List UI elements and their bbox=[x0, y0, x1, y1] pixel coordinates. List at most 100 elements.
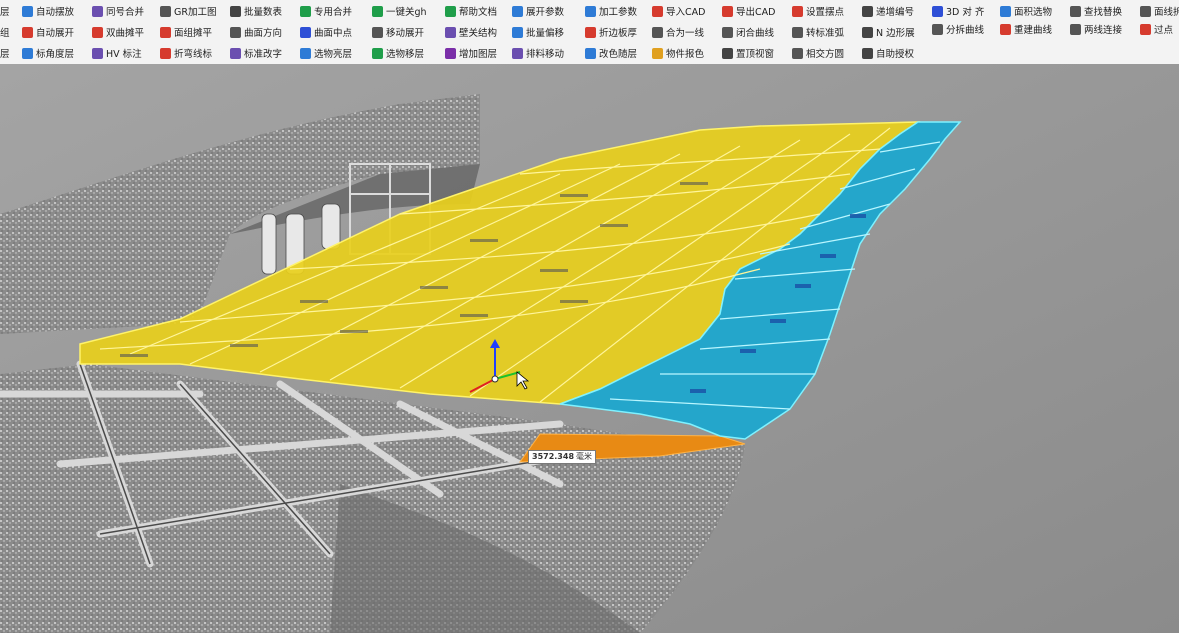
ribbon-button-label: 自动摆放 bbox=[36, 7, 75, 18]
ribbon-button-auto-place[interactable]: 自动摆放 bbox=[22, 2, 74, 20]
ribbon-button-split-curve[interactable]: 分拆曲线 bbox=[932, 20, 984, 38]
ribbon-column: 导出CAD 闭合曲线置顶视窗 bbox=[722, 2, 775, 62]
ribbon-button-label: 设置摆点 bbox=[806, 7, 845, 18]
ribbon-button-close-curve[interactable]: 闭合曲线 bbox=[722, 23, 775, 41]
ribbon-button-join-line[interactable]: 合为一线 bbox=[652, 23, 705, 41]
ribbon-button-label: 导入CAD bbox=[666, 7, 706, 18]
area-select-icon bbox=[1000, 5, 1011, 17]
ribbon-button-standard-arc[interactable]: 转标准弧 bbox=[792, 23, 844, 41]
ribbon-column: 自动摆放自动展开标角度层 bbox=[22, 2, 74, 62]
ribbon-button-fold-thickness[interactable]: 折边板厚 bbox=[585, 23, 637, 41]
ribbon-button-nesting-move[interactable]: 排料移动 bbox=[512, 44, 564, 62]
ribbon-button-label: 自动展开 bbox=[36, 28, 75, 39]
nesting-move-icon bbox=[512, 47, 523, 59]
ribbon-button-auto-unfold[interactable]: 自动展开 bbox=[22, 23, 74, 41]
ribbon-column: 面线拆过点 bbox=[1140, 2, 1179, 62]
ribbon-button-rebuild-curve[interactable]: 重建曲线 bbox=[1000, 20, 1052, 38]
ribbon-button-close-gh[interactable]: 一键关gh bbox=[372, 2, 427, 20]
ribbon-column: 3D 对 齐分拆曲线 bbox=[932, 2, 984, 62]
top-viewport-icon bbox=[722, 47, 733, 59]
ribbon-button-label: 曲面中点 bbox=[314, 28, 353, 39]
batch-table-icon bbox=[230, 5, 241, 17]
ribbon-button-move-layer[interactable]: 选物移层 bbox=[372, 44, 427, 62]
ribbon-button-label: N 边形展 bbox=[876, 28, 915, 39]
ribbon-button-label: HV 标注 bbox=[106, 49, 142, 60]
surface-midpoint-icon bbox=[300, 26, 311, 38]
face-group-flatten-icon bbox=[160, 26, 171, 38]
ribbon-button-set-point[interactable]: 设置摆点 bbox=[792, 2, 844, 20]
ribbon-button-label: 标准改字 bbox=[244, 49, 283, 60]
ribbon-button-hv-annotate[interactable]: HV 标注 bbox=[92, 44, 144, 62]
ribbon-button-object-color[interactable]: 物件报色 bbox=[652, 44, 705, 62]
ribbon-button-label: 合为一线 bbox=[666, 28, 705, 39]
ribbon-button-highlight-layer[interactable]: 选物亮层 bbox=[300, 44, 352, 62]
ribbon-button-label: 分拆曲线 bbox=[946, 25, 985, 36]
ribbon-button-label: 自助授权 bbox=[876, 49, 915, 60]
ribbon-button-label: 折弯线标 bbox=[174, 49, 213, 60]
face-line-split-icon bbox=[1140, 5, 1151, 17]
ribbon-button-self-license[interactable]: 自助授权 bbox=[862, 44, 915, 62]
ribbon-button-unfold-params[interactable]: 展开参数 bbox=[512, 2, 564, 20]
n-gon-unfold-icon bbox=[862, 26, 873, 38]
ribbon-button-face-group-flatten[interactable]: 面组摊平 bbox=[160, 23, 216, 41]
ribbon-button-label: 帮助文档 bbox=[459, 7, 498, 18]
ribbon-button-face-line-split[interactable]: 面线拆 bbox=[1140, 2, 1179, 20]
ribbon-button-top-viewport[interactable]: 置顶视窗 bbox=[722, 44, 775, 62]
move-unfold-icon bbox=[372, 26, 383, 38]
ribbon-button-color-by-layer[interactable]: 改色随层 bbox=[585, 44, 637, 62]
ribbon-button-connect-lines[interactable]: 两线连接 bbox=[1070, 20, 1122, 38]
ribbon-button-process-params[interactable]: 加工参数 bbox=[585, 2, 637, 20]
ribbon-column: 设置摆点转标准弧相交方圆 bbox=[792, 2, 844, 62]
ribbon-button-same-number-merge[interactable]: 同号合并 bbox=[92, 2, 144, 20]
export-cad-icon bbox=[722, 5, 733, 17]
ribbon-button-surface-direction[interactable]: 曲面方向 bbox=[230, 23, 282, 41]
viewport-scene[interactable] bbox=[0, 64, 1179, 633]
ribbon-column: 递增编号 N 边形展自助授权 bbox=[862, 2, 915, 62]
ribbon-button-increment-number[interactable]: 递增编号 bbox=[862, 2, 915, 20]
ribbon-button-export-cad[interactable]: 导出CAD bbox=[722, 2, 775, 20]
ribbon-partial-label[interactable]: 层 bbox=[0, 44, 10, 62]
ribbon-button-bend-line[interactable]: 折弯线标 bbox=[160, 44, 216, 62]
ribbon-button-wall-structure[interactable]: 壁关结构 bbox=[445, 23, 497, 41]
ribbon-button-area-select[interactable]: 面积选物 bbox=[1000, 2, 1052, 20]
ribbon-button-batch-offset[interactable]: 批量偏移 bbox=[512, 23, 564, 41]
ribbon-column-partial: 层组层 bbox=[0, 2, 10, 62]
ribbon-button-hyperbolic-flatten[interactable]: 双曲摊平 bbox=[92, 23, 144, 41]
ribbon-column: GR加工图面组摊平折弯线标 bbox=[160, 2, 216, 62]
ribbon-button-label: 递增编号 bbox=[876, 7, 915, 18]
ribbon-button-special-merge[interactable]: 专用合并 bbox=[300, 2, 352, 20]
ribbon-button-standard-text[interactable]: 标准改字 bbox=[230, 44, 282, 62]
ribbon-button-intersect-circle[interactable]: 相交方圆 bbox=[792, 44, 844, 62]
hyperbolic-flatten-icon bbox=[92, 26, 103, 38]
ribbon-button-label: 物件报色 bbox=[666, 49, 705, 60]
ribbon-column: 一键关gh 移动展开选物移层 bbox=[372, 2, 427, 62]
ribbon-button-label: 选物亮层 bbox=[314, 49, 353, 60]
ribbon-button-label: 面线拆 bbox=[1154, 7, 1179, 18]
ribbon-button-label: 壁关结构 bbox=[459, 28, 498, 39]
add-layer-icon bbox=[445, 47, 456, 59]
ribbon-button-batch-table[interactable]: 批量数表 bbox=[230, 2, 282, 20]
ribbon-button-help-doc[interactable]: 帮助文档 bbox=[445, 2, 497, 20]
3d-viewport[interactable]: 3572.348 毫米 bbox=[0, 64, 1179, 633]
toolbar-ribbon: 层组层自动摆放 自动展开 标角度层 同号合并 双曲摊平 HV 标注 GR加工图 面组摊平 折弯线… bbox=[0, 0, 1179, 65]
ribbon-button-label: 同号合并 bbox=[106, 7, 145, 18]
close-curve-icon bbox=[722, 26, 733, 38]
ribbon-button-add-layer[interactable]: 增加图层 bbox=[445, 44, 497, 62]
ribbon-partial-label[interactable]: 组 bbox=[0, 23, 10, 41]
ribbon-button-align-3d[interactable]: 3D 对 齐 bbox=[932, 2, 984, 20]
ribbon-button-import-cad[interactable]: 导入CAD bbox=[652, 2, 705, 20]
ribbon-button-find-replace[interactable]: 查找替换 bbox=[1070, 2, 1122, 20]
coordinate-value: 3572.348 bbox=[532, 452, 575, 461]
ribbon-partial-label[interactable]: 层 bbox=[0, 2, 10, 20]
ribbon-button-label: 3D 对 齐 bbox=[946, 7, 985, 18]
ribbon-column: 展开参数批量偏移排料移动 bbox=[512, 2, 564, 62]
ribbon-button-gr-drawing[interactable]: GR加工图 bbox=[160, 2, 216, 20]
ribbon-column: 批量数表曲面方向标准改字 bbox=[230, 2, 282, 62]
ribbon-button-label: 一键关gh bbox=[386, 7, 427, 18]
ribbon-button-through-point[interactable]: 过点 bbox=[1140, 20, 1179, 38]
ribbon-button-move-unfold[interactable]: 移动展开 bbox=[372, 23, 427, 41]
ribbon-button-surface-midpoint[interactable]: 曲面中点 bbox=[300, 23, 352, 41]
ribbon-button-angle-layer[interactable]: 标角度层 bbox=[22, 44, 74, 62]
ribbon-button-n-gon-unfold[interactable]: N 边形展 bbox=[862, 23, 915, 41]
ribbon-column: 面积选物 重建曲线 bbox=[1000, 2, 1052, 62]
